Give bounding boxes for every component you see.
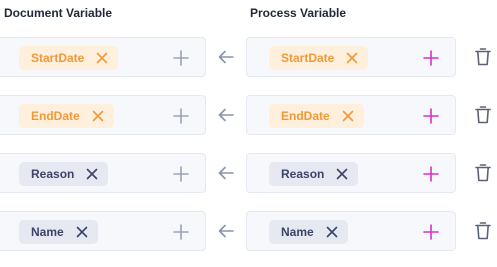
close-icon[interactable] xyxy=(346,52,358,64)
close-icon[interactable] xyxy=(96,52,108,64)
plus-icon[interactable] xyxy=(423,166,439,182)
trash-icon[interactable] xyxy=(475,47,491,66)
mapping-row: Reason Reason xyxy=(0,153,497,195)
process-variable-chip[interactable]: Reason xyxy=(269,162,359,186)
arrow-left-icon xyxy=(218,224,234,238)
arrow-left-icon xyxy=(218,166,234,180)
arrow-left-icon xyxy=(218,108,234,122)
close-icon[interactable] xyxy=(76,226,88,238)
document-variable-chip[interactable]: StartDate xyxy=(19,46,119,70)
document-variable-field[interactable]: Name xyxy=(0,211,206,251)
trash-icon[interactable] xyxy=(475,163,491,182)
plus-icon[interactable] xyxy=(423,108,439,124)
close-icon[interactable] xyxy=(92,110,104,122)
close-icon[interactable] xyxy=(326,226,338,238)
plus-icon[interactable] xyxy=(423,50,439,66)
document-variable-field[interactable]: Reason xyxy=(0,153,206,193)
close-icon[interactable] xyxy=(342,110,354,122)
process-variable-chip[interactable]: EndDate xyxy=(269,104,364,128)
process-variable-chip-label: EndDate xyxy=(281,109,330,123)
mapping-row: StartDate StartDate xyxy=(0,37,497,79)
process-variable-chip[interactable]: Name xyxy=(269,220,348,244)
mapping-row: Name Name xyxy=(0,211,497,253)
arrow-left-icon xyxy=(218,50,234,64)
document-variable-field[interactable]: EndDate xyxy=(0,95,206,135)
process-variable-chip-label: StartDate xyxy=(281,51,335,65)
plus-icon[interactable] xyxy=(173,224,189,240)
document-variable-chip-label: Name xyxy=(31,225,64,239)
plus-icon[interactable] xyxy=(173,108,189,124)
plus-icon[interactable] xyxy=(173,50,189,66)
close-icon[interactable] xyxy=(86,168,98,180)
process-variable-field[interactable]: Name xyxy=(246,211,456,251)
document-variable-header: Document Variable xyxy=(4,6,113,20)
document-variable-chip-label: EndDate xyxy=(31,109,80,123)
process-variable-field[interactable]: StartDate xyxy=(246,37,456,77)
process-variable-field[interactable]: EndDate xyxy=(246,95,456,135)
trash-icon[interactable] xyxy=(475,221,491,240)
document-variable-chip[interactable]: Reason xyxy=(19,162,109,186)
process-variable-chip[interactable]: StartDate xyxy=(269,46,369,70)
plus-icon[interactable] xyxy=(423,224,439,240)
plus-icon[interactable] xyxy=(173,166,189,182)
document-variable-chip[interactable]: EndDate xyxy=(19,104,114,128)
document-variable-chip[interactable]: Name xyxy=(19,220,98,244)
process-variable-chip-label: Reason xyxy=(281,167,325,181)
document-variable-field[interactable]: StartDate xyxy=(0,37,206,77)
close-icon[interactable] xyxy=(336,168,348,180)
document-variable-chip-label: StartDate xyxy=(31,51,85,65)
process-variable-field[interactable]: Reason xyxy=(246,153,456,193)
trash-icon[interactable] xyxy=(475,105,491,124)
process-variable-chip-label: Name xyxy=(281,225,314,239)
document-variable-chip-label: Reason xyxy=(31,167,75,181)
mapping-row: EndDate EndDate xyxy=(0,95,497,137)
process-variable-header: Process Variable xyxy=(250,6,347,20)
